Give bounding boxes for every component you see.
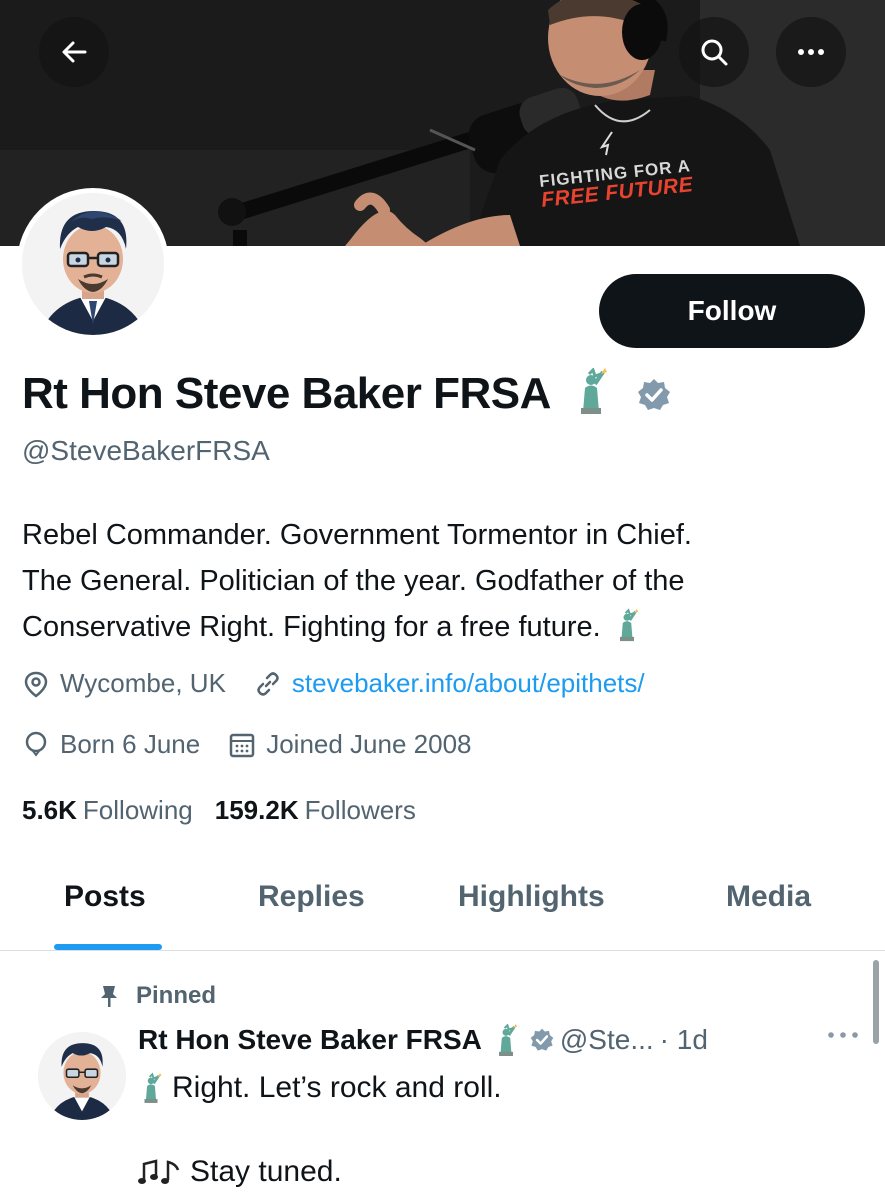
bio-line-3-text: Conservative Right. Fighting for a free … bbox=[22, 611, 601, 643]
profile-avatar[interactable] bbox=[17, 188, 169, 340]
search-button[interactable] bbox=[679, 17, 749, 87]
profile-joined: Joined June 2008 bbox=[228, 729, 472, 760]
follow-button[interactable]: Follow bbox=[599, 274, 865, 348]
location-pin-icon bbox=[24, 671, 48, 698]
back-button[interactable] bbox=[39, 17, 109, 87]
pinned-indicator: Pinned bbox=[98, 982, 216, 1010]
followers-stat[interactable]: 159.2K Followers bbox=[215, 795, 416, 826]
post-body: Right. Let’s rock and roll. Stay tuned. bbox=[138, 1068, 502, 1192]
statue-of-liberty-emoji-icon bbox=[498, 1024, 518, 1056]
followers-count: 159.2K bbox=[214, 795, 299, 825]
profile-stats: 5.6K Following 159.2K Followers bbox=[22, 795, 438, 826]
bio-line-2: The General. Politician of the year. God… bbox=[22, 565, 685, 597]
post-time[interactable]: · 1d bbox=[660, 1024, 708, 1056]
calendar-icon bbox=[229, 733, 255, 757]
balloon-icon bbox=[25, 731, 47, 757]
followers-label: Followers bbox=[304, 795, 416, 825]
statue-of-liberty-emoji-icon bbox=[580, 367, 607, 414]
profile-meta-row-2: Born 6 June Joined June 2008 bbox=[22, 729, 500, 760]
joined-text: Joined June 2008 bbox=[266, 729, 472, 759]
profile-meta-row-1: Wycombe, UK stevebaker.info/about/epithe… bbox=[22, 668, 673, 699]
pinned-label: Pinned bbox=[136, 982, 217, 1009]
scrollbar[interactable] bbox=[873, 960, 879, 1044]
following-count: 5.6K bbox=[22, 795, 77, 825]
location-text: Wycombe, UK bbox=[60, 668, 226, 698]
profile-website[interactable]: stevebaker.info/about/epithets/ bbox=[254, 668, 645, 699]
statue-of-liberty-emoji-icon bbox=[144, 1072, 162, 1103]
website-link[interactable]: stevebaker.info/about/epithets/ bbox=[292, 668, 645, 699]
tab-posts[interactable]: Posts bbox=[64, 880, 146, 914]
post-line-1: Right. Let’s rock and roll. bbox=[138, 1068, 502, 1108]
birthday-text: Born 6 June bbox=[60, 729, 201, 759]
verified-badge-icon bbox=[530, 1028, 554, 1051]
musical-notes-icon bbox=[138, 1159, 180, 1184]
verified-badge-icon bbox=[637, 379, 670, 410]
following-label: Following bbox=[82, 795, 193, 825]
post-author-name[interactable]: Rt Hon Steve Baker FRSA bbox=[138, 1024, 482, 1056]
search-icon bbox=[701, 39, 728, 66]
pin-icon bbox=[101, 986, 117, 1007]
avatar-image bbox=[22, 193, 164, 335]
tabs-divider bbox=[0, 950, 885, 951]
profile-handle: @SteveBakerFRSA bbox=[22, 435, 270, 466]
post-author-handle[interactable]: @Ste... bbox=[560, 1024, 654, 1056]
more-button[interactable] bbox=[776, 17, 846, 87]
post-header: Rt Hon Steve Baker FRSA @Ste... · 1d bbox=[138, 1024, 708, 1056]
display-name-text: Rt Hon Steve Baker FRSA bbox=[22, 369, 550, 418]
profile-location: Wycombe, UK bbox=[22, 668, 226, 699]
avatar-image bbox=[38, 1032, 126, 1120]
more-horizontal-icon bbox=[798, 49, 824, 55]
bio-line-3: Conservative Right. Fighting for a free … bbox=[22, 604, 862, 650]
post-more-icon[interactable] bbox=[826, 1030, 860, 1040]
link-icon bbox=[257, 671, 279, 696]
post-author-avatar[interactable] bbox=[38, 1032, 126, 1120]
tab-media[interactable]: Media bbox=[726, 880, 811, 914]
post-line-2-text: Stay tuned. bbox=[190, 1155, 342, 1188]
tab-highlights[interactable]: Highlights bbox=[458, 880, 605, 914]
profile-birthday: Born 6 June bbox=[22, 729, 200, 760]
tab-replies[interactable]: Replies bbox=[258, 880, 365, 914]
post-line-1-text: Right. Let’s rock and roll. bbox=[172, 1071, 502, 1104]
following-stat[interactable]: 5.6K Following bbox=[22, 795, 193, 826]
profile-bio: Rebel Commander. Government Tormentor in… bbox=[22, 512, 862, 650]
arrow-left-icon bbox=[62, 41, 87, 63]
statue-of-liberty-emoji-icon bbox=[619, 608, 638, 642]
post-line-2: Stay tuned. bbox=[138, 1152, 502, 1192]
profile-display-name: Rt Hon Steve Baker FRSA bbox=[22, 367, 671, 419]
bio-line-1: Rebel Commander. Government Tormentor in… bbox=[22, 519, 692, 551]
